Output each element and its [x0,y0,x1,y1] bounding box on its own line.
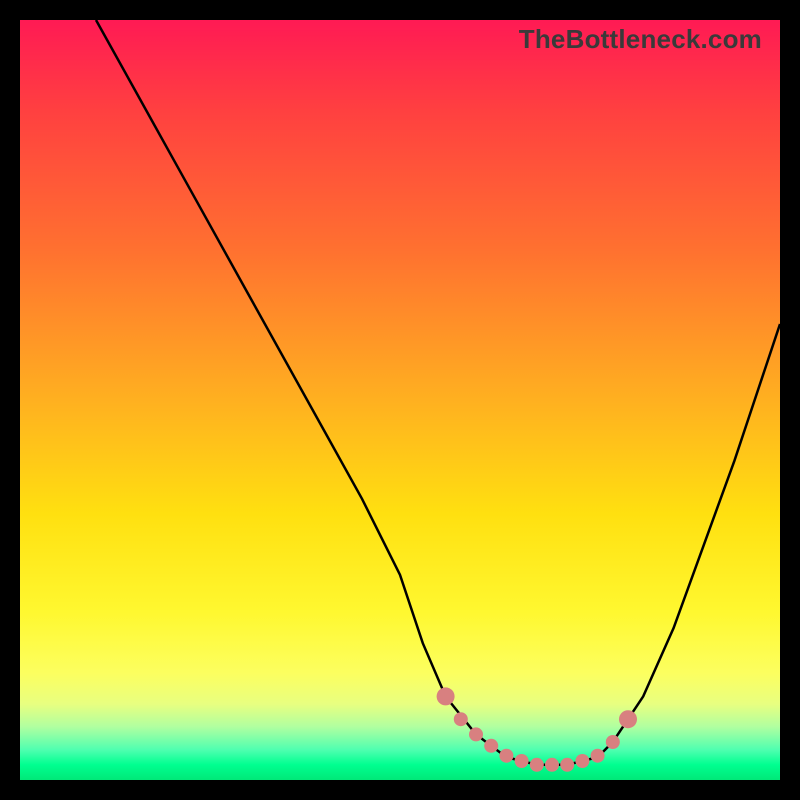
fit-marker [515,754,529,768]
curve-layer [20,20,780,780]
bottleneck-curve [96,20,780,765]
fit-marker [575,754,589,768]
fit-marker [499,749,513,763]
fit-region-markers [437,687,637,771]
fit-marker [530,758,544,772]
fit-marker [454,712,468,726]
fit-marker [619,710,637,728]
chart-frame: TheBottleneck.com [20,20,780,780]
fit-marker [437,687,455,705]
fit-marker [560,758,574,772]
watermark-text: TheBottleneck.com [519,24,762,55]
fit-marker [469,727,483,741]
fit-marker [484,739,498,753]
fit-marker [606,735,620,749]
fit-marker [591,749,605,763]
fit-marker [545,758,559,772]
